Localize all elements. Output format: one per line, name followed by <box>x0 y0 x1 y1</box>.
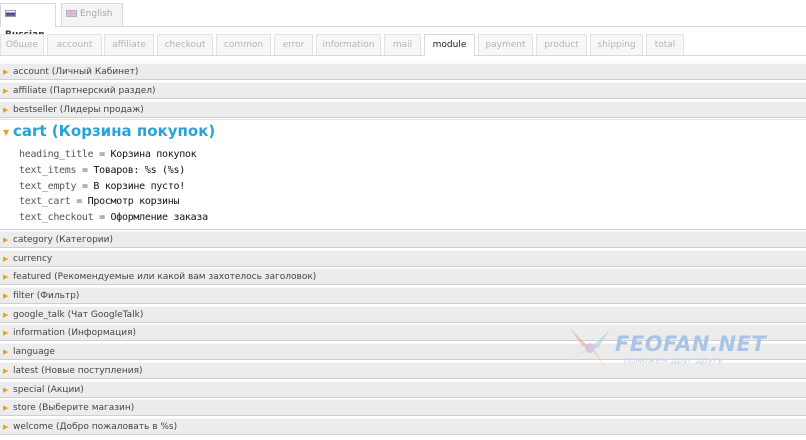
section-label: welcome (Добро пожаловать в %s) <box>13 422 178 432</box>
entry-value: В корзине пусто! <box>93 181 185 192</box>
file-tabs: Общее account affiliate checkout common … <box>0 33 806 56</box>
tab-module[interactable]: module <box>424 34 475 56</box>
section-label: latest (Новые поступления) <box>13 366 143 376</box>
section-label: account (Личный Кабинет) <box>13 67 139 77</box>
tab-common[interactable]: common <box>216 34 271 55</box>
tab-checkout[interactable]: checkout <box>157 34 213 55</box>
section-category[interactable]: ▶ category (Категории) <box>0 231 806 248</box>
entry-value: Товаров: %s (%s) <box>93 165 185 176</box>
collapsed-arrow-icon: ▶ <box>3 273 9 281</box>
entry-row: heading_title = Корзина покупок <box>19 149 197 160</box>
section-cart-title[interactable]: cart (Корзина покупок) <box>13 122 215 140</box>
tab-general[interactable]: Общее <box>0 34 44 55</box>
section-label: filter (Фильтр) <box>13 291 80 301</box>
tab-english-label: English <box>80 9 113 19</box>
tab-russian[interactable]: Russian <box>0 3 56 40</box>
entry-value: Просмотр корзины <box>87 196 180 207</box>
section-special[interactable]: ▶ special (Акции) <box>0 381 806 398</box>
collapsed-arrow-icon: ▶ <box>3 329 9 337</box>
collapsed-arrow-icon: ▶ <box>3 311 9 319</box>
section-filter[interactable]: ▶ filter (Фильтр) <box>0 287 806 304</box>
section-featured[interactable]: ▶ featured (Рекомендуемые или какой вам з… <box>0 268 806 285</box>
collapsed-arrow-icon: ▶ <box>3 68 9 76</box>
entry-row: text_items = Товаров: %s (%s) <box>19 165 185 176</box>
section-affiliate[interactable]: ▶ affiliate (Партнерский раздел) <box>0 82 806 99</box>
section-label: special (Акции) <box>13 385 84 395</box>
entry-row: text_checkout = Оформление заказа <box>19 212 209 223</box>
en-flag-icon <box>66 10 77 17</box>
entry-row: text_cart = Просмотр корзины <box>19 196 180 207</box>
section-store[interactable]: ▶ store (Выберите магазин) <box>0 399 806 416</box>
entry-key: heading_title <box>19 149 94 160</box>
entry-key: text_items <box>19 165 77 176</box>
entry-row: text_empty = В корзине пусто! <box>19 181 185 192</box>
section-label: information (Информация) <box>13 328 137 338</box>
section-cart-expanded: ▼ cart (Корзина покупок) heading_title =… <box>0 119 806 230</box>
entry-value: Корзина покупок <box>110 149 197 160</box>
section-account[interactable]: ▶ account (Личный Кабинет) <box>0 63 806 80</box>
collapsed-arrow-icon: ▶ <box>3 87 9 95</box>
tab-affiliate[interactable]: affiliate <box>104 34 154 55</box>
collapsed-arrow-icon: ▶ <box>3 255 9 263</box>
watermark-subtitle: поможем друг другу <box>624 356 724 366</box>
section-label: currency <box>13 254 53 264</box>
entry-key: text_empty <box>19 181 77 192</box>
tab-mail[interactable]: mail <box>384 34 421 55</box>
section-label: bestseller (Лидеры продаж) <box>13 105 144 115</box>
tab-error[interactable]: error <box>274 34 313 55</box>
collapsed-arrow-icon: ▶ <box>3 106 9 114</box>
section-google-talk[interactable]: ▶ google_talk (Чат GoogleTalk) <box>0 306 806 323</box>
language-tabs: Russian English <box>0 0 806 40</box>
section-label: featured (Рекомендуемые или какой вам за… <box>13 272 317 282</box>
section-label: store (Выберите магазин) <box>13 403 135 413</box>
collapsed-arrow-icon: ▶ <box>3 423 9 431</box>
section-label: google_talk (Чат GoogleTalk) <box>13 310 144 320</box>
section-label: affiliate (Партнерский раздел) <box>13 86 156 96</box>
section-welcome[interactable]: ▶ welcome (Добро пожаловать в %s) <box>0 418 806 435</box>
feofan-watermark-logo: FEOFAN.NET поможем друг другу <box>560 322 766 374</box>
section-bestseller[interactable]: ▶ bestseller (Лидеры продаж) <box>0 101 806 118</box>
ru-flag-icon <box>5 10 16 17</box>
watermark-title: FEOFAN.NET <box>615 332 767 356</box>
entry-value: Оформление заказа <box>110 212 209 223</box>
collapsed-arrow-icon: ▶ <box>3 367 9 375</box>
collapsed-arrow-icon: ▶ <box>3 292 9 300</box>
entry-key: text_checkout <box>19 212 94 223</box>
tab-total[interactable]: total <box>646 34 684 55</box>
section-label: category (Категории) <box>13 235 113 245</box>
collapsed-arrow-icon: ▶ <box>3 404 9 412</box>
tab-payment[interactable]: payment <box>478 34 533 55</box>
collapsed-arrow-icon: ▶ <box>3 386 9 394</box>
watermark-emblem-icon <box>568 328 610 368</box>
tab-product[interactable]: product <box>536 34 587 55</box>
tab-shipping[interactable]: shipping <box>590 34 643 55</box>
tab-information[interactable]: information <box>316 34 381 55</box>
collapsed-arrow-icon: ▶ <box>3 236 9 244</box>
expanded-arrow-icon[interactable]: ▼ <box>3 128 11 137</box>
entry-key: text_cart <box>19 196 71 207</box>
section-label: language <box>13 347 55 357</box>
section-currency[interactable]: ▶ currency <box>0 250 806 267</box>
tab-english[interactable]: English <box>61 3 123 26</box>
tab-account[interactable]: account <box>47 34 102 55</box>
collapsed-arrow-icon: ▶ <box>3 348 9 356</box>
